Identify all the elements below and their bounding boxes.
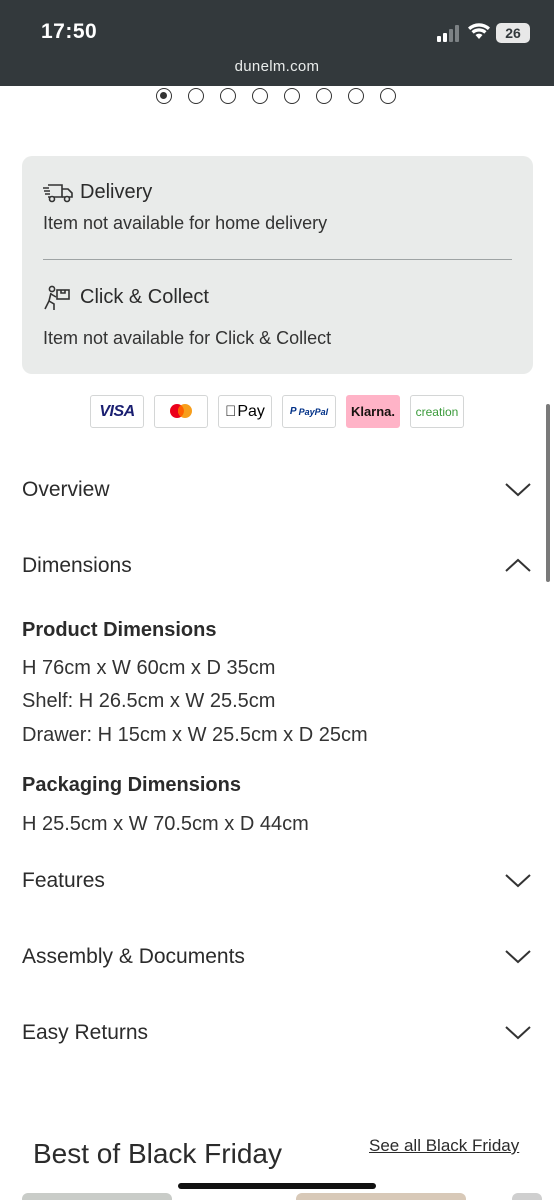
delivery-status: Item not available for home delivery (43, 213, 328, 233)
click-collect-title: Click & Collect (80, 286, 209, 308)
carousel-dot[interactable] (284, 88, 300, 104)
visa-badge: VISA (90, 395, 144, 428)
carousel-dot[interactable] (316, 88, 332, 104)
shelf-dimension-line: Shelf: H 26.5cm x W 25.5cm (22, 690, 276, 712)
creation-badge: creation (410, 395, 464, 428)
accordion-assembly-documents[interactable]: Assembly & Documents (22, 937, 532, 977)
product-card-thumbnail[interactable] (22, 1193, 172, 1200)
address-bar-url[interactable]: dunelm.com (0, 58, 554, 75)
product-dimension-line: H 76cm x W 60cm x D 35cm (22, 657, 276, 679)
carousel-dot[interactable] (220, 88, 236, 104)
availability-panel: Delivery Item not available for home del… (22, 156, 533, 374)
signal-icon (437, 24, 463, 42)
accordion-label: Easy Returns (22, 1021, 149, 1044)
image-carousel-dots (156, 88, 396, 106)
clock: 17:50 (41, 20, 98, 43)
apple-icon:  (225, 403, 236, 420)
accordion-label: Features (22, 869, 105, 892)
paypal-icon: P (289, 406, 297, 417)
delivery-truck-icon (43, 184, 73, 203)
click-collect-status: Item not available for Click & Collect (43, 328, 332, 348)
chevron-down-icon (505, 1026, 531, 1040)
carousel-dot[interactable] (156, 88, 172, 104)
accordion-dimensions[interactable]: Dimensions (22, 546, 532, 586)
mastercard-badge (154, 395, 208, 428)
packaging-dimension-line: H 25.5cm x W 70.5cm x D 44cm (22, 813, 309, 835)
click-collect-person-icon (44, 285, 70, 310)
product-card-thumbnail[interactable] (512, 1193, 542, 1200)
accordion-label: Assembly & Documents (22, 945, 245, 968)
wifi-icon (468, 23, 490, 39)
accordion-label: Dimensions (22, 554, 132, 577)
accordion-features[interactable]: Features (22, 861, 532, 901)
payment-methods: VISA Pay PPayPal Klarna. creation (90, 395, 464, 428)
product-dimensions-heading: Product Dimensions (22, 619, 217, 641)
home-indicator[interactable] (178, 1183, 376, 1189)
battery-indicator: 26 (496, 23, 530, 43)
carousel-dot[interactable] (348, 88, 364, 104)
mastercard-icon (170, 403, 192, 418)
status-bar: 17:50 26 dunelm.com (0, 0, 554, 86)
apple-pay-badge: Pay (218, 395, 272, 428)
drawer-dimension-line: Drawer: H 15cm x W 25.5cm x D 25cm (22, 724, 368, 746)
accordion-easy-returns[interactable]: Easy Returns (22, 1013, 532, 1053)
paypal-badge: P PayPal (282, 395, 336, 428)
carousel-dot[interactable] (380, 88, 396, 104)
delivery-title: Delivery (80, 181, 153, 203)
chevron-down-icon (505, 950, 531, 964)
accordion-label: Overview (22, 478, 110, 501)
klarna-badge: Klarna. (346, 395, 400, 428)
product-card-thumbnail[interactable] (296, 1193, 466, 1200)
see-all-black-friday-link[interactable]: See all Black Friday (369, 1136, 519, 1156)
section-title-black-friday: Best of Black Friday (33, 1138, 282, 1169)
carousel-dot[interactable] (188, 88, 204, 104)
packaging-dimensions-heading: Packaging Dimensions (22, 774, 241, 796)
page-scrollbar[interactable] (546, 404, 550, 582)
chevron-down-icon (505, 483, 531, 497)
accordion-overview[interactable]: Overview (22, 470, 532, 510)
chevron-up-icon (505, 558, 531, 572)
carousel-dot[interactable] (252, 88, 268, 104)
chevron-down-icon (505, 874, 531, 888)
panel-divider (43, 259, 512, 260)
